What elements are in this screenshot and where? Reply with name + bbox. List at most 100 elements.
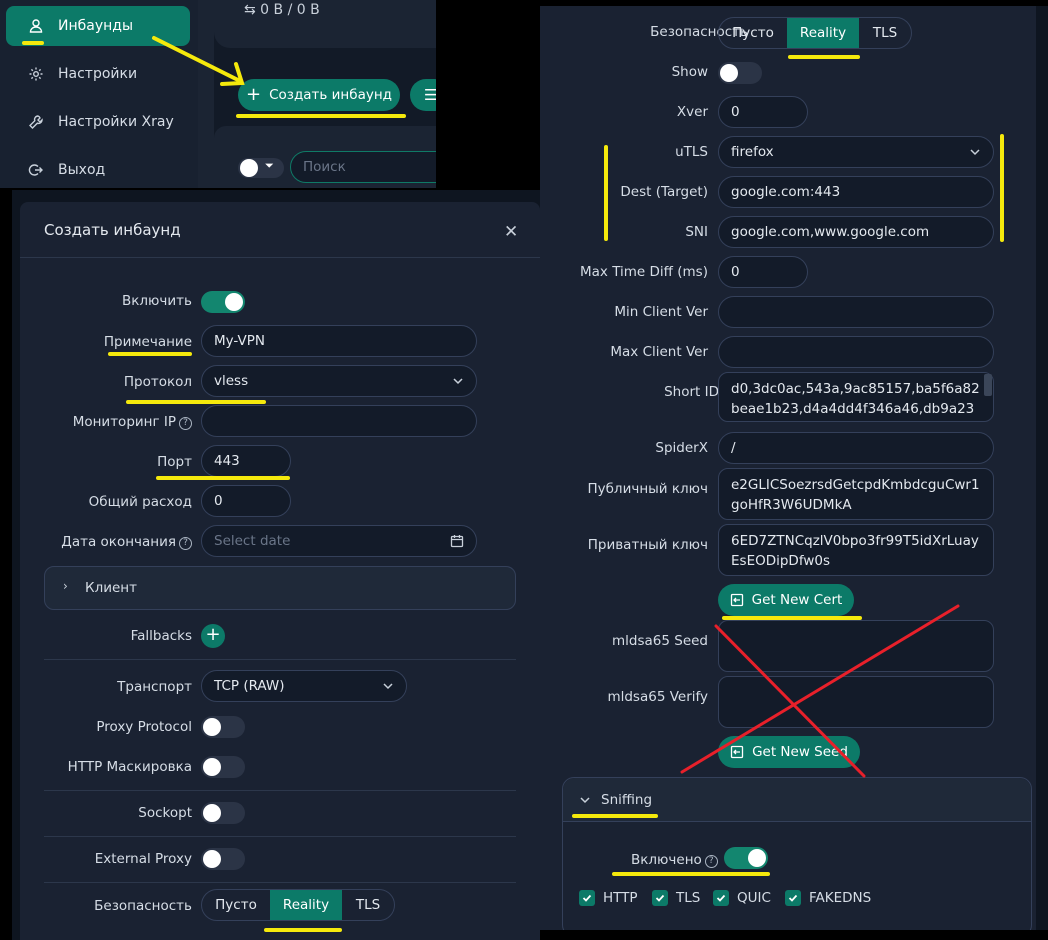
chevron-right-icon: ›	[63, 579, 68, 593]
xver-label: Xver	[676, 104, 708, 120]
check-icon	[579, 890, 595, 906]
highlight-underline	[264, 928, 342, 932]
port-input[interactable]: 443	[201, 445, 291, 477]
sniffing-enabled-toggle[interactable]	[724, 847, 768, 869]
create-inbound-button[interactable]: + Создать инбаунд	[238, 79, 400, 111]
highlight-bracket	[1000, 134, 1004, 242]
sniff-option-tls[interactable]: TLS	[652, 890, 700, 906]
show-label: Show	[671, 64, 708, 80]
scrollbar[interactable]	[984, 374, 992, 396]
proxy-protocol-toggle[interactable]	[201, 716, 245, 738]
reality-security-option-reality[interactable]: Reality	[787, 18, 859, 48]
security-option-none[interactable]: Пусто	[202, 890, 270, 920]
expiry-label: Дата окончания?	[61, 534, 192, 550]
remark-label: Примечание	[103, 334, 192, 350]
public-key-label: Публичный ключ	[587, 481, 708, 497]
add-fallback-button[interactable]: +	[201, 624, 225, 648]
remark-input[interactable]: My-VPN	[201, 325, 477, 357]
create-inbound-modal: Создать инбаунд ✕ Включить Примечание My…	[12, 190, 540, 940]
chevron-down-icon	[970, 149, 980, 156]
min-client-label: Min Client Ver	[614, 304, 708, 320]
enable-toggle[interactable]	[201, 291, 245, 313]
max-time-diff-label: Max Time Diff (ms)	[580, 264, 708, 280]
sniff-option-http[interactable]: HTTP	[579, 890, 638, 906]
utls-label: uTLS	[675, 144, 708, 160]
highlight-underline	[156, 476, 290, 480]
max-time-diff-input[interactable]: 0	[718, 256, 808, 288]
max-client-label: Max Client Ver	[610, 344, 708, 360]
short-ids-textarea[interactable]: d0,3dc0ac,543a,9ac85157,ba5f6a82beae1b23…	[718, 372, 994, 422]
sidebar-item-logout[interactable]: Выход	[6, 150, 190, 188]
check-icon	[652, 890, 668, 906]
help-icon: ?	[704, 855, 718, 868]
expiry-date-input[interactable]: Select date	[201, 525, 477, 557]
help-icon: ?	[179, 537, 192, 550]
dest-input[interactable]: google.com:443	[718, 176, 994, 208]
sidebar-item-xray[interactable]: Настройки Xray	[6, 102, 190, 142]
sni-input[interactable]: google.com,www.google.com	[718, 216, 994, 248]
spiderx-label: SpiderX	[655, 440, 708, 456]
transport-label: Транспорт	[117, 679, 192, 695]
enable-label: Включить	[122, 293, 192, 309]
protocol-select[interactable]: vless	[201, 365, 477, 397]
list-icon: ☰	[424, 86, 436, 104]
reality-security-segmented: Пусто Reality TLS	[718, 17, 912, 49]
sidebar-item-label: Выход	[58, 162, 106, 178]
xver-input[interactable]: 0	[718, 96, 808, 128]
spiderx-input[interactable]: /	[718, 432, 994, 464]
security-label: Безопасность	[94, 898, 192, 914]
filter-icon: ⏷	[265, 159, 274, 172]
search-input[interactable]: Поиск	[290, 151, 436, 183]
highlight-bracket	[604, 145, 608, 241]
sidebar-item-label: Настройки	[58, 66, 138, 82]
public-key-textarea[interactable]: e2GLICSoezrsdGetcpdKmbdcguCwr1goHfR3W6UD…	[718, 468, 994, 520]
fallbacks-label: Fallbacks	[130, 628, 192, 644]
http-mask-label: HTTP Маскировка	[67, 759, 192, 775]
menu-button[interactable]: ☰	[410, 79, 436, 111]
min-client-input[interactable]	[718, 296, 994, 328]
filter-toggle[interactable]: ⏷	[238, 158, 284, 178]
port-label: Порт	[157, 454, 192, 470]
monitor-ip-label: Мониторинг IP?	[73, 414, 192, 430]
external-proxy-label: External Proxy	[94, 851, 192, 867]
sniff-option-quic[interactable]: QUIC	[713, 890, 771, 906]
logout-icon	[28, 164, 43, 176]
sockopt-toggle[interactable]	[201, 802, 245, 824]
wrench-icon	[29, 115, 43, 129]
close-icon[interactable]: ✕	[504, 222, 518, 242]
highlight-underline	[22, 41, 44, 45]
reality-security-option-tls[interactable]: TLS	[859, 18, 911, 48]
client-collapse[interactable]: › Клиент	[44, 566, 516, 610]
http-mask-toggle[interactable]	[201, 756, 245, 778]
transport-select[interactable]: TCP (RAW)	[201, 670, 407, 702]
monitor-ip-input[interactable]	[201, 405, 477, 437]
external-proxy-toggle[interactable]	[201, 848, 245, 870]
sni-label: SNI	[685, 224, 708, 240]
highlight-underline	[788, 55, 860, 59]
utls-select[interactable]: firefox	[718, 136, 994, 168]
sniff-option-fakedns[interactable]: FAKEDNS	[785, 890, 871, 906]
reality-security-option-none[interactable]: Пусто	[719, 18, 787, 48]
total-traffic-input[interactable]: 0	[201, 485, 291, 517]
main-area: ⇆ 0 B / 0 B + Создать инбаунд ☰ ⏷ Поиск	[214, 0, 436, 188]
sniffing-card: Sniffing Включено? HTTP TLS QUIC FAKEDNS	[562, 777, 1032, 930]
proxy-protocol-label: Proxy Protocol	[96, 719, 192, 735]
highlight-underline	[572, 814, 658, 818]
chevron-down-icon	[383, 683, 393, 690]
modal-title: Создать инбаунд	[44, 221, 181, 239]
private-key-textarea[interactable]: 6ED7ZTNCqzlV0bpo3fr99T5idXrLuayEsEODipDf…	[718, 524, 994, 576]
short-ids-label: Short IDs	[664, 384, 726, 400]
max-client-input[interactable]	[718, 336, 994, 368]
calendar-icon	[450, 535, 464, 548]
highlight-underline	[126, 400, 266, 404]
show-toggle[interactable]	[718, 62, 762, 84]
security-option-reality[interactable]: Reality	[270, 890, 342, 920]
top-panel: Инбаунды Настройки Настройки Xray Выход …	[0, 0, 436, 188]
private-key-label: Приватный ключ	[587, 537, 708, 553]
sidebar-item-label: Настройки Xray	[58, 114, 174, 130]
check-icon	[713, 890, 729, 906]
traffic-stat: ⇆ 0 B / 0 B	[244, 2, 320, 18]
security-option-tls[interactable]: TLS	[342, 890, 394, 920]
cross-annotation	[680, 604, 960, 778]
total-traffic-label: Общий расход	[88, 494, 192, 510]
